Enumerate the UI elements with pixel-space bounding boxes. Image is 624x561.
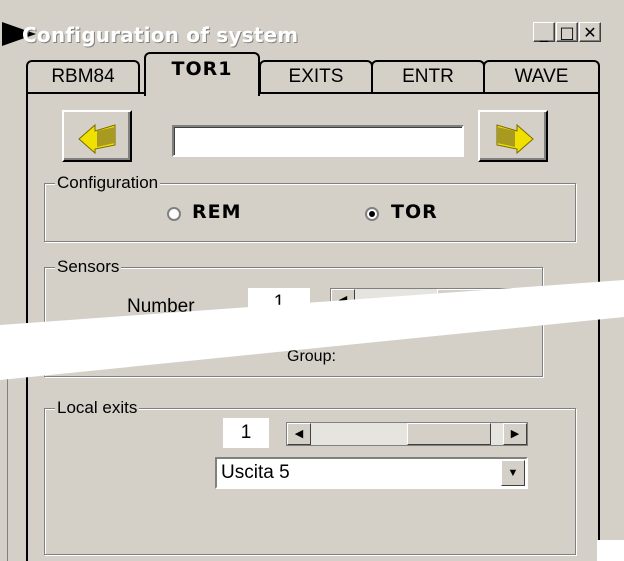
tab-rbm84[interactable]: RBM84 bbox=[26, 60, 140, 94]
configuration-group: Configuration bbox=[44, 172, 576, 242]
local-exits-scrollbar[interactable]: ◀ ▶ bbox=[286, 422, 528, 446]
yellow-left-arrow-icon bbox=[78, 123, 116, 155]
scroll-thumb[interactable] bbox=[407, 423, 491, 445]
tab-exits[interactable]: EXITS bbox=[259, 60, 373, 94]
local-exit-select-value: Uscita 5 bbox=[221, 462, 290, 483]
sensors-number-scrollbar[interactable]: ◀ ▶ bbox=[330, 288, 546, 312]
panel-left-edge bbox=[0, 379, 8, 561]
close-button[interactable]: ✕ bbox=[579, 22, 601, 42]
tab-strip: RBM84 TOR1 EXITS ENTR WAVE bbox=[26, 52, 600, 96]
window-title: Configuration of system bbox=[22, 23, 299, 47]
radio-rem-label: REM bbox=[192, 201, 242, 223]
scroll-left-button[interactable]: ◀ bbox=[331, 289, 355, 311]
yellow-right-arrow-icon bbox=[496, 123, 534, 155]
scroll-thumb[interactable] bbox=[437, 289, 519, 311]
radio-tor[interactable] bbox=[365, 207, 379, 221]
tab-tor1[interactable]: TOR1 bbox=[144, 52, 260, 96]
configuration-window: Configuration of system _ □ ✕ RBM84 TOR1… bbox=[0, 0, 624, 561]
sensors-group-label: Sensors bbox=[55, 256, 122, 278]
scroll-left-button[interactable]: ◀ bbox=[287, 423, 311, 445]
radio-selected-dot bbox=[369, 211, 375, 217]
scroll-right-button[interactable]: ▶ bbox=[521, 289, 545, 311]
maximize-button[interactable]: □ bbox=[556, 22, 578, 42]
local-exit-select[interactable]: Uscita 5 ▼ bbox=[215, 457, 528, 489]
next-button[interactable] bbox=[478, 110, 548, 162]
local-exits-group-label: Local exits bbox=[55, 397, 140, 419]
local-exits-number-value: 1 bbox=[223, 418, 269, 448]
right-margin bbox=[597, 540, 624, 561]
radio-tor-label: TOR bbox=[391, 201, 438, 223]
tab-wave[interactable]: WAVE bbox=[483, 60, 600, 94]
configuration-group-label: Configuration bbox=[55, 172, 161, 194]
radio-rem[interactable] bbox=[167, 207, 181, 221]
previous-button[interactable] bbox=[62, 110, 132, 162]
minimize-button[interactable]: _ bbox=[533, 22, 555, 42]
scroll-right-button[interactable]: ▶ bbox=[503, 423, 527, 445]
tab-entr[interactable]: ENTR bbox=[371, 60, 485, 94]
title-bar[interactable]: Configuration of system _ □ ✕ bbox=[0, 17, 624, 49]
sensors-group-partial-label: Group: bbox=[287, 348, 336, 365]
name-field[interactable] bbox=[172, 125, 464, 157]
sensors-number-label: Number bbox=[127, 296, 195, 317]
sensors-number-value: 1 bbox=[248, 288, 310, 318]
dropdown-arrow-icon[interactable]: ▼ bbox=[501, 460, 525, 486]
